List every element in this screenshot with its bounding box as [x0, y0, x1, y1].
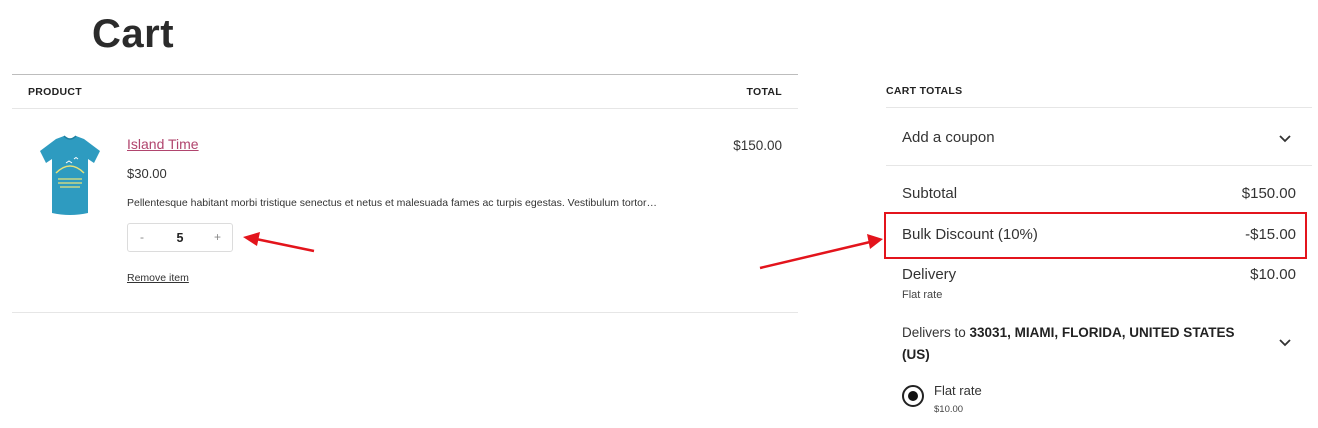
- delivers-to-prefix: Delivers to: [902, 325, 970, 340]
- delivery-label: Delivery: [902, 266, 957, 283]
- remove-item-link[interactable]: Remove item: [127, 272, 189, 284]
- chevron-down-icon[interactable]: [1278, 338, 1292, 347]
- total-column-header: TOTAL: [746, 86, 782, 98]
- discount-highlight-box: [884, 212, 1307, 259]
- product-name-link[interactable]: Island Time: [127, 136, 199, 152]
- delivers-to-text[interactable]: Delivers to 33031, MIAMI, FLORIDA, UNITE…: [902, 322, 1262, 366]
- tshirt-image[interactable]: [36, 133, 104, 217]
- line-total: $150.00: [733, 138, 782, 153]
- quantity-stepper: - 5 +: [127, 223, 233, 252]
- subtotal-label: Subtotal: [902, 185, 958, 202]
- coupon-toggle[interactable]: Add a coupon: [886, 108, 1312, 166]
- cart-table-header: PRODUCT TOTAL: [12, 74, 798, 109]
- cart-totals-panel: CART TOTALS Add a coupon Subtotal $150.0…: [886, 74, 1312, 415]
- cart-totals-title: CART TOTALS: [886, 85, 963, 97]
- delivery-row: Delivery $10.00: [902, 266, 1296, 283]
- delivery-method: Flat rate: [902, 289, 943, 301]
- shipping-option-price: $10.00: [934, 404, 964, 415]
- delivery-value: $10.00: [1250, 266, 1296, 283]
- product-unit-price: $30.00: [127, 166, 167, 181]
- shipping-option-label: Flat rate: [934, 383, 982, 398]
- radio-selected-dot: [908, 391, 918, 401]
- flat-rate-radio[interactable]: [902, 385, 924, 407]
- quantity-increase-button[interactable]: +: [214, 230, 221, 244]
- chevron-down-icon[interactable]: [1278, 134, 1292, 143]
- cart-item-row: Island Time $30.00 Pellentesque habitant…: [12, 109, 798, 313]
- cart-totals-heading: CART TOTALS: [886, 74, 1312, 108]
- page-title: Cart: [92, 12, 175, 56]
- subtotal-row: Subtotal $150.00: [902, 185, 1296, 202]
- coupon-label: Add a coupon: [902, 129, 995, 146]
- cart-table: PRODUCT TOTAL Island Time $30.00 Pellent…: [12, 74, 798, 313]
- product-column-header: PRODUCT: [28, 86, 83, 98]
- subtotal-value: $150.00: [1241, 185, 1296, 202]
- product-description: Pellentesque habitant morbi tristique se…: [127, 197, 657, 209]
